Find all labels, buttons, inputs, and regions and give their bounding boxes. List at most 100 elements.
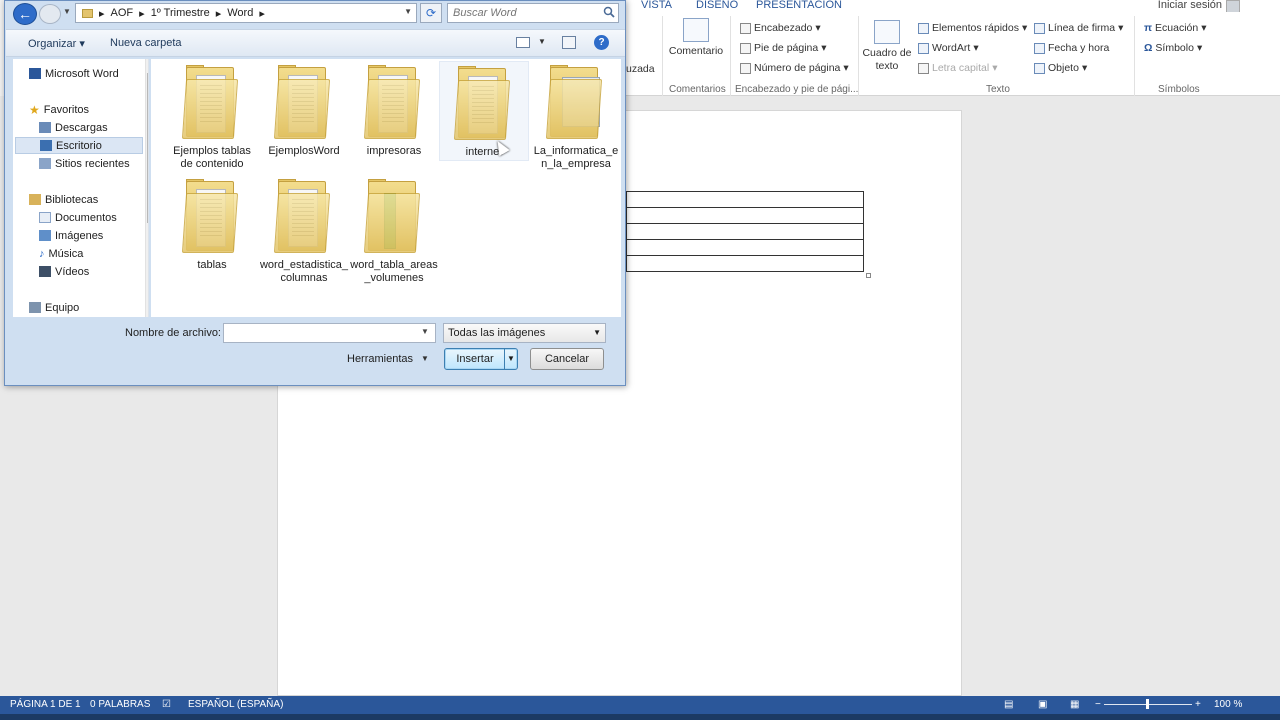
back-arrow-icon[interactable]: ← — [13, 3, 37, 25]
word-count[interactable]: 0 PALABRAS — [90, 699, 150, 710]
table-resize-handle[interactable] — [866, 273, 871, 278]
refresh-icon[interactable]: ⟳ — [420, 3, 442, 23]
breadcrumb-word[interactable]: Word — [227, 7, 253, 19]
folder-item[interactable]: impresoras — [349, 61, 439, 158]
comment-button-label: Comentario — [668, 45, 724, 57]
folder-item[interactable]: word_estadistica_ columnas — [259, 175, 349, 285]
language-status[interactable]: ESPAÑOL (ESPAÑA) — [188, 699, 283, 710]
tools-button[interactable]: Herramientas — [347, 353, 413, 365]
symbol-button[interactable]: Ω Símbolo ▾ — [1144, 42, 1202, 54]
forward-arrow-icon[interactable] — [39, 4, 61, 24]
search-icon[interactable] — [603, 6, 615, 18]
table-cell[interactable] — [626, 239, 864, 256]
date-time-button[interactable]: Fecha y hora — [1034, 42, 1109, 54]
folder-item[interactable]: Ejemplos tablas de contenido — [167, 61, 257, 171]
folder-item[interactable]: word_tabla_areas _volumenes — [349, 175, 439, 285]
table-cell[interactable] — [626, 223, 864, 240]
print-layout-icon[interactable]: ▣ — [1038, 699, 1047, 710]
tab-presentacion[interactable]: PRESENTACIÓN — [756, 0, 842, 11]
sidebar-item-microsoft-word[interactable]: Microsoft Word — [29, 65, 148, 82]
breadcrumb-trimestre[interactable]: 1º Trimestre — [151, 7, 210, 19]
omega-icon: Ω — [1144, 42, 1153, 54]
zoom-slider-thumb[interactable] — [1146, 699, 1149, 709]
file-type-select[interactable]: Todas las imágenes ▼ — [443, 323, 606, 343]
address-dropdown-icon[interactable]: ▼ — [404, 7, 412, 16]
insert-options-dropdown-icon[interactable]: ▼ — [504, 349, 517, 369]
document-table[interactable] — [626, 191, 864, 272]
tab-diseno[interactable]: DISEÑO — [696, 0, 738, 11]
wordart-button[interactable]: WordArt ▾ — [918, 42, 979, 54]
sidebar-item-equipo[interactable]: Equipo — [29, 299, 148, 316]
sidebar-scrollbar-thumb[interactable] — [147, 73, 148, 223]
sidebar-item-imagenes[interactable]: Imágenes — [39, 227, 148, 244]
object-button[interactable]: Objeto ▾ — [1034, 62, 1087, 74]
table-cell[interactable] — [626, 255, 864, 272]
status-bar: PÁGINA 1 DE 1 0 PALABRAS ☑ ESPAÑOL (ESPA… — [0, 696, 1280, 714]
address-bar[interactable]: ▸ AOF ▸ 1º Trimestre ▸ Word ▸ ▼ — [75, 3, 417, 23]
sidebar-item-musica[interactable]: ♪ Música — [39, 245, 148, 262]
filename-label: Nombre de archivo: — [125, 327, 221, 339]
sidebar-item-documentos[interactable]: Documentos — [39, 209, 148, 226]
tools-dropdown-icon[interactable]: ▼ — [421, 354, 429, 363]
help-icon[interactable]: ? — [594, 35, 609, 50]
folder-icon — [545, 65, 604, 141]
sidebar-item-videos[interactable]: Vídeos — [39, 263, 148, 280]
table-row — [626, 223, 864, 240]
folder-label: word_estadistica_ — [259, 259, 349, 271]
comment-button[interactable]: Comentario — [668, 18, 724, 58]
folder-item[interactable]: internet — [439, 61, 529, 161]
calendar-icon — [1034, 42, 1045, 54]
sidebar-item-sitios-recientes[interactable]: Sitios recientes — [39, 155, 148, 172]
web-layout-icon[interactable]: ▦ — [1070, 699, 1079, 710]
sidebar-item-bibliotecas[interactable]: Bibliotecas — [29, 191, 148, 208]
preview-pane-icon[interactable] — [562, 36, 576, 49]
textbox-button[interactable]: Cuadro de texto — [862, 20, 912, 73]
navigation-pane: Microsoft Word ★ Favoritos Descargas Escr… — [13, 59, 149, 317]
text-group-label: Texto — [986, 84, 1010, 95]
login-link[interactable]: Iniciar sesión — [1158, 0, 1222, 11]
sidebar-item-label: Imágenes — [55, 229, 104, 242]
header-button[interactable]: Encabezado ▾ — [740, 22, 821, 34]
sidebar-item-descargas[interactable]: Descargas — [39, 119, 148, 136]
organize-button[interactable]: Organizar ▾ — [28, 37, 85, 50]
folder-label: La_informatica_e — [533, 145, 619, 157]
footer-button[interactable]: Pie de página ▾ — [740, 42, 827, 54]
table-cell[interactable] — [626, 191, 864, 208]
insert-button[interactable]: Insertar ▼ — [444, 348, 518, 370]
page-number-button[interactable]: Número de página ▾ — [740, 62, 849, 74]
breadcrumb-aof[interactable]: AOF — [111, 7, 134, 19]
sidebar-item-label: Microsoft Word — [45, 67, 119, 80]
equation-button[interactable]: π Ecuación ▾ — [1144, 22, 1207, 34]
view-options-dropdown-icon[interactable]: ▼ — [538, 37, 546, 46]
drop-cap-button[interactable]: Letra capital ▾ — [918, 62, 997, 74]
recent-locations-dropdown-icon[interactable]: ▼ — [63, 7, 71, 16]
folder-item[interactable]: La_informatica_e n_la_empresa — [531, 61, 621, 171]
filename-field[interactable] — [223, 323, 436, 343]
zoom-out-button[interactable]: − — [1095, 699, 1101, 710]
search-input[interactable] — [447, 3, 619, 23]
sidebar-item-favoritos[interactable]: ★ Favoritos — [29, 101, 148, 118]
table-cell[interactable] — [626, 207, 864, 224]
folder-item[interactable]: tablas — [167, 175, 257, 272]
object-icon — [1034, 62, 1045, 74]
nav-bar: ← ▼ ▸ AOF ▸ 1º Trimestre ▸ Word ▸ ▼ ⟳ — [5, 1, 625, 27]
filename-dropdown-icon[interactable]: ▼ — [421, 327, 429, 336]
sidebar-item-escritorio[interactable]: Escritorio — [15, 137, 143, 154]
quick-parts-button[interactable]: Elementos rápidos ▾ — [918, 22, 1027, 34]
pi-icon: π — [1144, 22, 1153, 34]
tab-vista[interactable]: VISTA — [641, 0, 672, 11]
cancel-button[interactable]: Cancelar — [530, 348, 604, 370]
sidebar-scrollbar[interactable] — [145, 59, 148, 317]
wordart-icon — [918, 42, 929, 54]
read-mode-icon[interactable]: ▤ — [1004, 699, 1013, 710]
folder-item[interactable]: EjemplosWord — [259, 61, 349, 158]
new-folder-button[interactable]: Nueva carpeta — [110, 37, 182, 49]
page-count[interactable]: PÁGINA 1 DE 1 — [10, 699, 81, 710]
proofing-icon[interactable]: ☑ — [162, 699, 171, 710]
change-view-icon[interactable] — [516, 37, 530, 48]
zoom-in-button[interactable]: + — [1195, 699, 1201, 710]
ribbon-partial-label[interactable]: uzada — [626, 63, 655, 75]
zoom-level[interactable]: 100 % — [1214, 699, 1242, 710]
folder-label: EjemplosWord — [268, 145, 340, 157]
signature-line-button[interactable]: Línea de firma ▾ — [1034, 22, 1123, 34]
